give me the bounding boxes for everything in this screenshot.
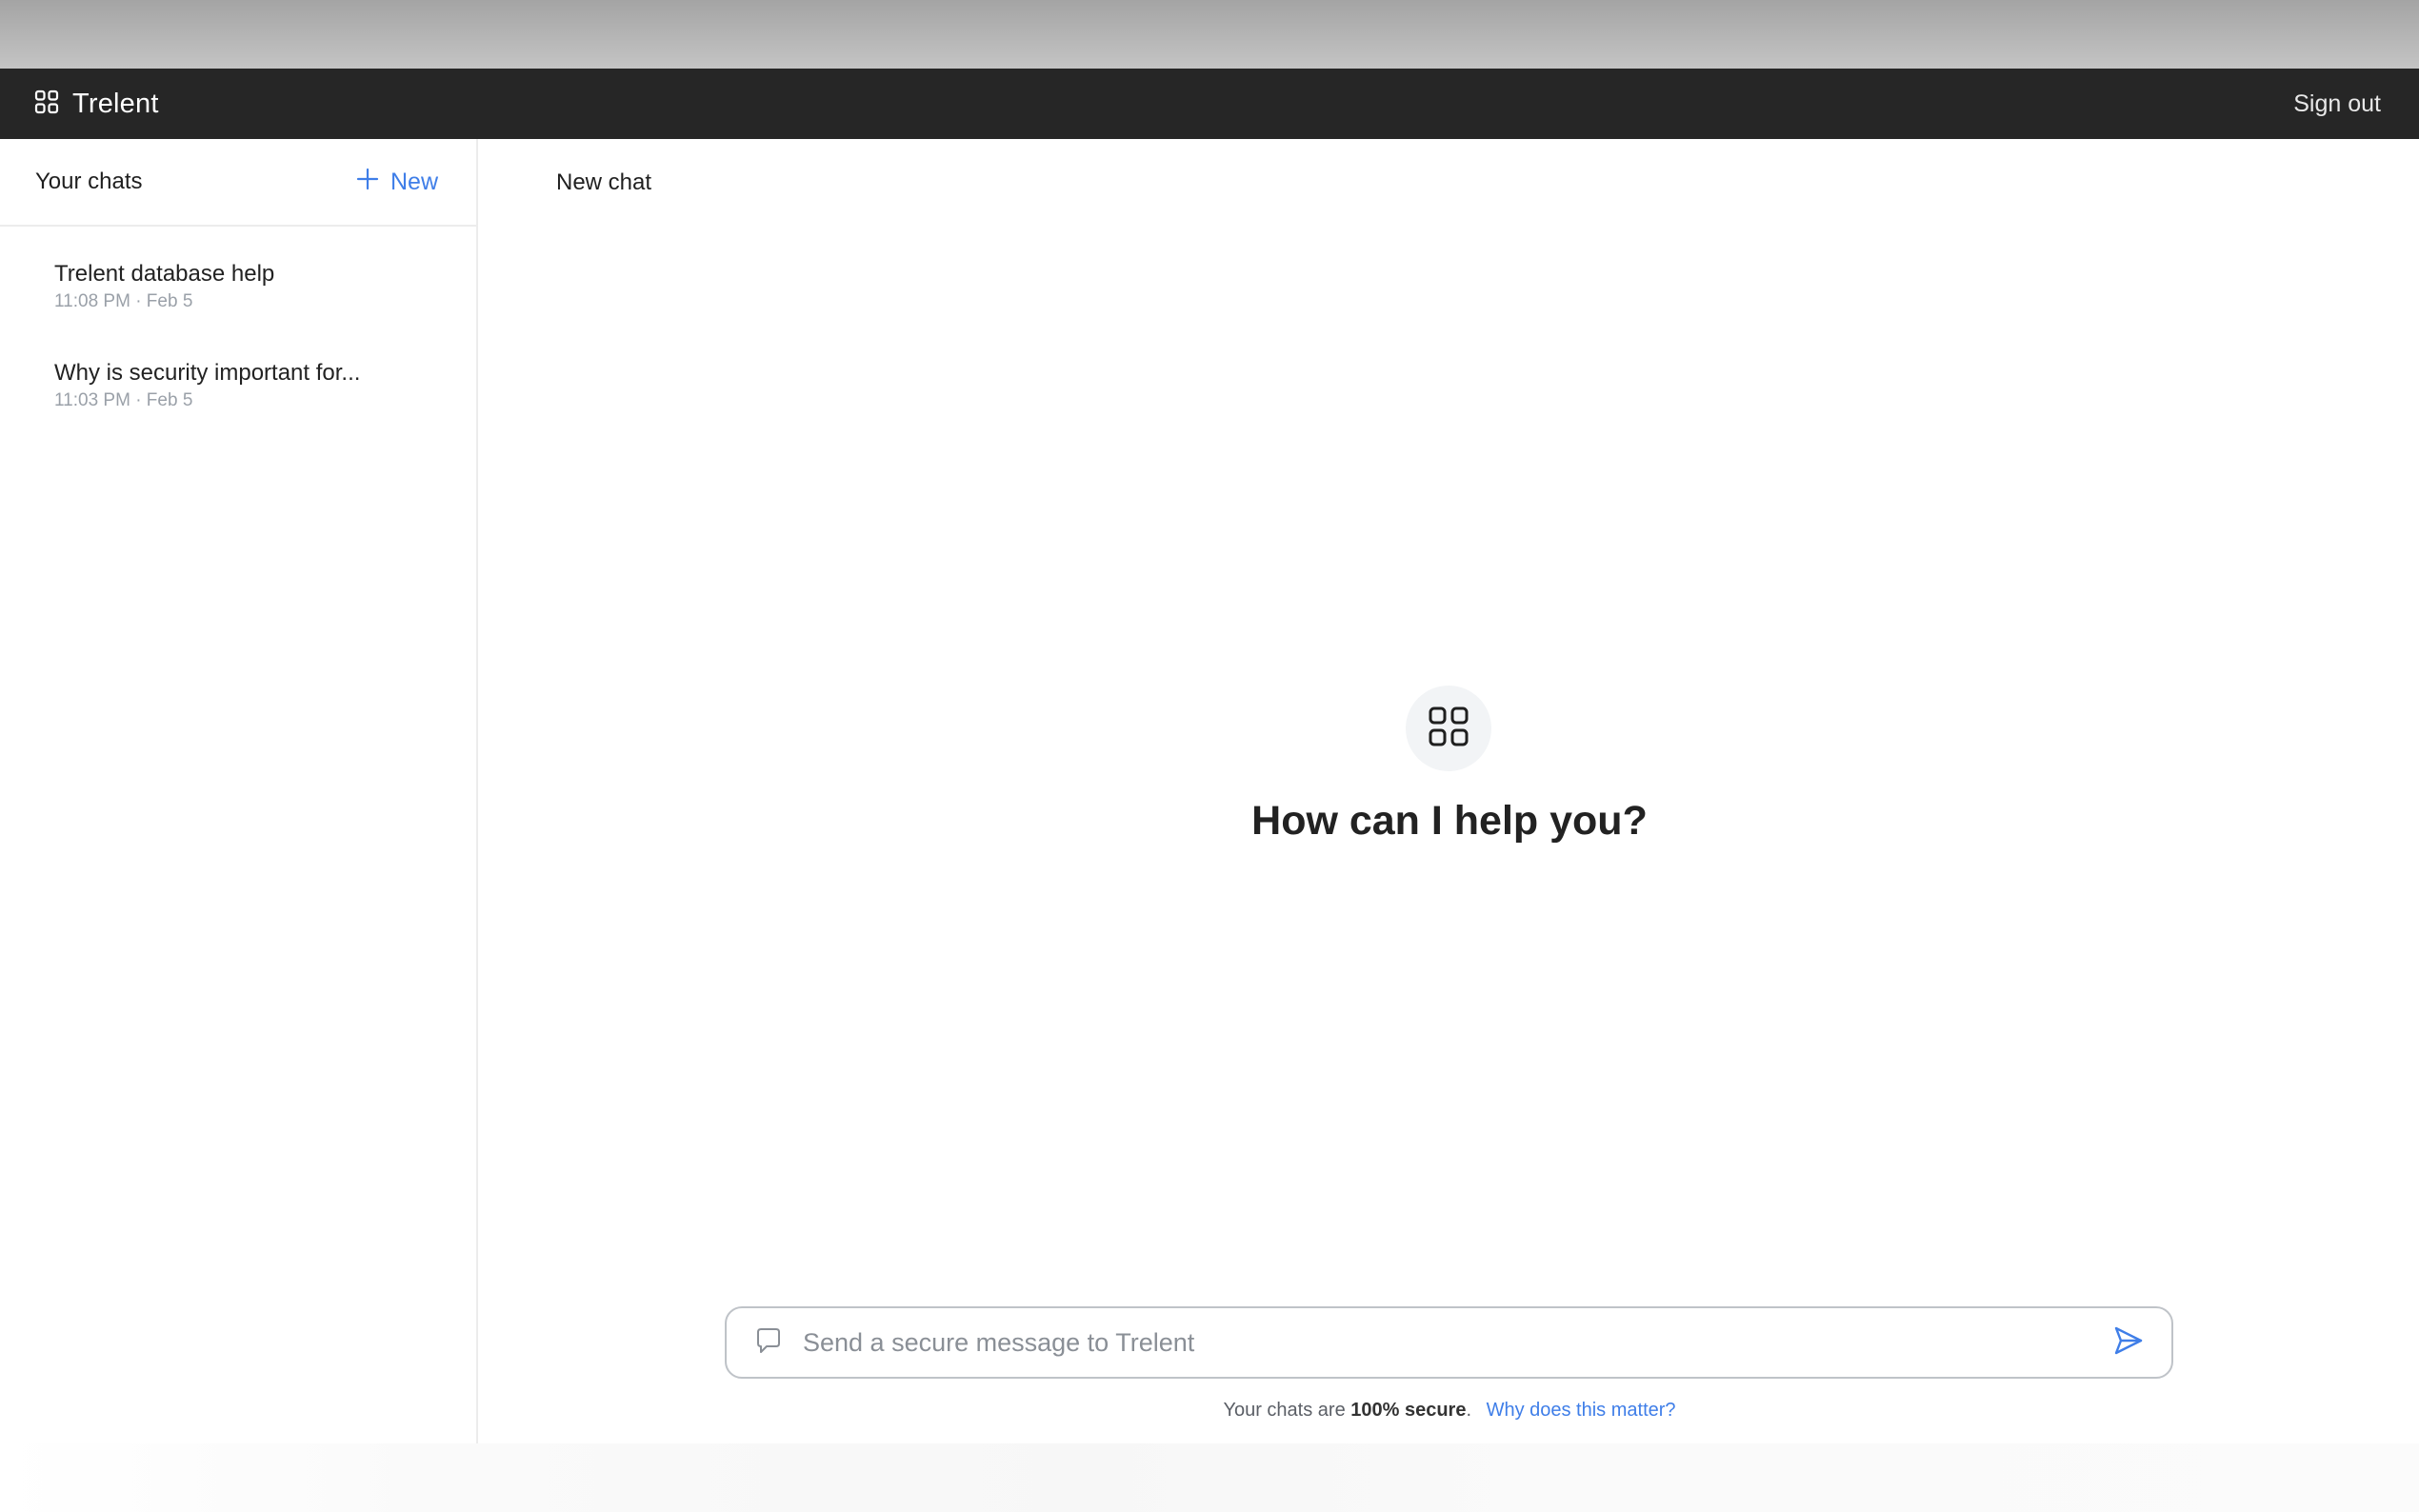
- grid-logo-icon: [1428, 706, 1469, 752]
- page-title: New chat: [556, 169, 652, 195]
- welcome-heading: How can I help you?: [1251, 798, 1648, 844]
- grid-logo-icon: [34, 90, 59, 119]
- security-footnote: Your chats are 100% secure. Why does thi…: [480, 1400, 2419, 1422]
- brand[interactable]: Trelent: [34, 89, 159, 120]
- assistant-avatar: [1406, 686, 1491, 771]
- chat-sidebar: Your chats New Trelent database help 11:…: [0, 139, 478, 1443]
- new-chat-label: New: [390, 168, 438, 195]
- chat-timestamp: 11:03 PM · Feb 5: [54, 390, 193, 410]
- send-icon: [2112, 1324, 2145, 1362]
- plus-icon: [356, 168, 379, 197]
- chat-title: Why is security important for...: [54, 360, 361, 386]
- chat-list-item[interactable]: Trelent database help 11:08 PM · Feb 5: [0, 259, 476, 358]
- sidebar-title: Your chats: [35, 169, 143, 194]
- chat-list-item[interactable]: Why is security important for... 11:03 P…: [0, 358, 476, 457]
- send-button[interactable]: [2112, 1324, 2145, 1362]
- footnote-suffix: .: [1466, 1400, 1472, 1421]
- message-composer: [725, 1306, 2173, 1379]
- message-input[interactable]: [803, 1327, 2112, 1358]
- footnote-prefix: Your chats are: [1223, 1400, 1351, 1421]
- bottom-strip: [0, 1443, 2419, 1512]
- why-matter-link[interactable]: Why does this matter?: [1487, 1400, 1676, 1421]
- chat-bubble-icon: [753, 1325, 784, 1361]
- new-chat-button[interactable]: New: [356, 168, 438, 197]
- browser-top-gradient: [0, 0, 2419, 69]
- top-navbar: Trelent Sign out: [0, 69, 2419, 139]
- sidebar-header: Your chats New: [0, 139, 476, 227]
- chat-title: Trelent database help: [54, 261, 275, 287]
- sign-out-button[interactable]: Sign out: [2293, 90, 2381, 118]
- brand-name: Trelent: [72, 88, 159, 119]
- chat-timestamp: 11:08 PM · Feb 5: [54, 291, 193, 311]
- chat-main: New chat How can I help you? Send a secu…: [480, 139, 2419, 1443]
- chat-list: Trelent database help 11:08 PM · Feb 5 W…: [0, 227, 476, 457]
- footnote-bold: 100% secure: [1350, 1400, 1467, 1421]
